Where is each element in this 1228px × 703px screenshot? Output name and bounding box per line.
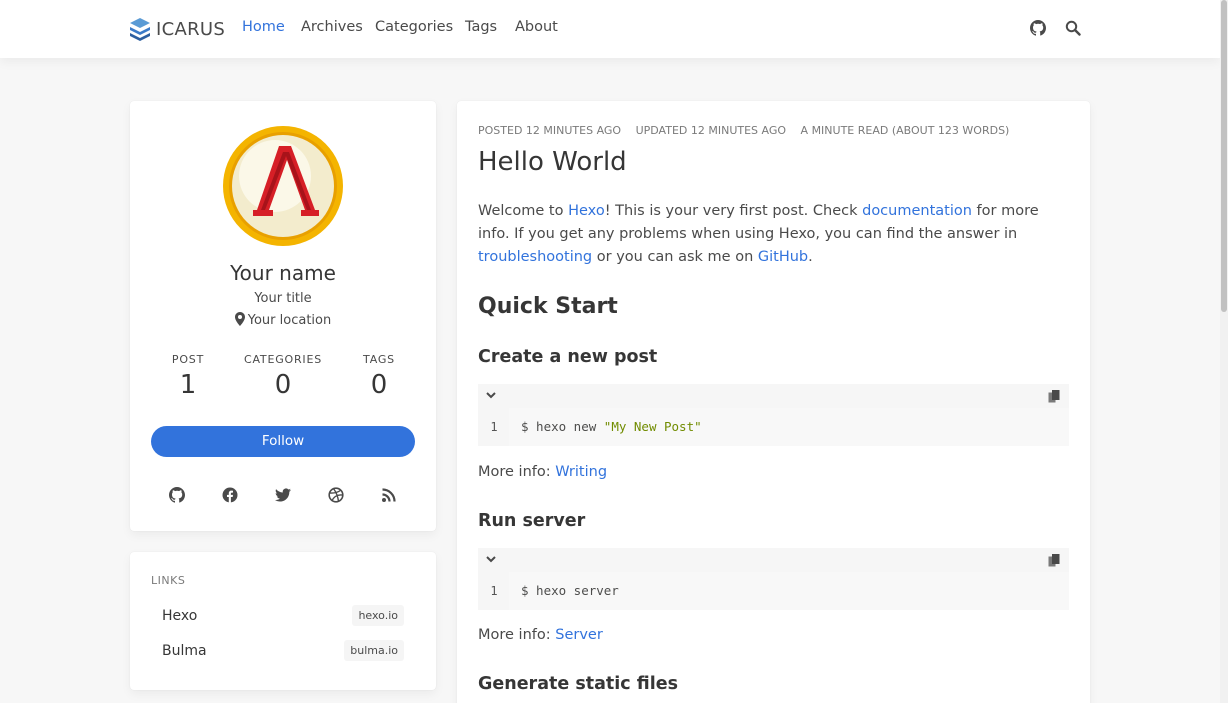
code-line: $ hexo new "My New Post" <box>509 408 1069 446</box>
facebook-icon[interactable] <box>222 487 238 503</box>
stat-value: 0 <box>274 370 292 400</box>
troubleshooting-link[interactable]: troubleshooting <box>478 249 592 265</box>
scrollbar-thumb[interactable] <box>1221 0 1227 312</box>
more-info: More info: Writing <box>478 464 607 480</box>
profile-name: Your name <box>230 261 336 285</box>
code-line: $ hexo server <box>509 572 1069 610</box>
link-hexo-url: hexo.io <box>352 605 404 626</box>
post-title[interactable]: Hello World <box>478 147 627 177</box>
github-icon[interactable] <box>169 487 185 503</box>
github-icon[interactable] <box>1030 20 1046 36</box>
updated-date: UPDATED 12 MINUTES AGO <box>635 124 787 137</box>
page-scrollbar[interactable] <box>1220 0 1228 703</box>
code-block: 1 $ hexo new "My New Post" <box>478 384 1069 446</box>
more-info: More info: Server <box>478 627 603 643</box>
stat-categories[interactable]: CATEGORIES 0 <box>243 353 323 400</box>
post-meta: POSTED 12 MINUTES AGO UPDATED 12 MINUTES… <box>478 124 1020 137</box>
stat-tags[interactable]: TAGS 0 <box>353 353 405 400</box>
quick-start-heading: Quick Start <box>478 294 618 319</box>
nav-archives[interactable]: Archives <box>301 19 363 35</box>
follow-button[interactable]: Follow <box>151 426 415 457</box>
nav-home[interactable]: Home <box>242 19 285 35</box>
profile-location-text: Your location <box>247 313 332 328</box>
chevron-down-icon[interactable] <box>486 391 496 399</box>
section-heading: Create a new post <box>478 347 658 367</box>
links-card: LINKS Hexo hexo.io Bulma bulma.io <box>130 552 436 690</box>
link-bulma-url: bulma.io <box>344 640 404 661</box>
dribbble-icon[interactable] <box>328 487 344 503</box>
layers-logo-icon <box>130 18 150 41</box>
intro-text: or you can ask me on <box>592 249 758 265</box>
code-string: "My New Post" <box>603 419 702 434</box>
posted-date: POSTED 12 MINUTES AGO <box>478 124 622 137</box>
hexo-link[interactable]: Hexo <box>568 203 605 219</box>
intro-text: . <box>808 249 813 265</box>
link-hexo[interactable]: Hexo <box>162 608 197 624</box>
read-time: A MINUTE READ (ABOUT 123 WORDS) <box>800 124 1010 137</box>
code-block-header <box>478 548 1069 572</box>
link-bulma[interactable]: Bulma <box>162 643 207 659</box>
github-link[interactable]: GitHub <box>758 249 808 265</box>
intro-text: Welcome to <box>478 203 569 219</box>
brand-name: ICARUS <box>156 18 226 40</box>
more-info-label: More info: <box>478 464 556 480</box>
profile-card: Your name Your title Your location POST … <box>130 101 436 531</box>
line-number: 1 <box>478 572 509 610</box>
post-intro: Welcome to Hexo! This is your very first… <box>478 200 1068 269</box>
stat-label: POST <box>171 353 205 366</box>
code-block-header <box>478 384 1069 408</box>
stat-posts[interactable]: POST 1 <box>157 353 219 400</box>
profile-title: Your title <box>254 291 312 306</box>
search-icon[interactable] <box>1065 20 1081 36</box>
stat-label: TAGS <box>363 353 395 366</box>
section-heading: Run server <box>478 511 586 531</box>
stat-label: CATEGORIES <box>243 353 323 366</box>
section-heading: Generate static files <box>478 674 679 694</box>
post-card: POSTED 12 MINUTES AGO UPDATED 12 MINUTES… <box>457 101 1090 703</box>
code-command: $ hexo new <box>521 419 604 434</box>
brand-logo[interactable]: ICARUS <box>129 17 225 41</box>
writing-link[interactable]: Writing <box>555 464 607 480</box>
nav-tags[interactable]: Tags <box>465 19 497 35</box>
profile-location: Your location <box>130 312 436 328</box>
chevron-down-icon[interactable] <box>486 555 496 563</box>
copy-icon[interactable] <box>1048 554 1060 567</box>
map-marker-icon <box>234 312 245 326</box>
top-navbar: ICARUS Home Archives Categories Tags Abo… <box>0 0 1220 58</box>
copy-icon[interactable] <box>1048 390 1060 403</box>
code-command: $ hexo server <box>521 583 619 598</box>
intro-text: ! This is your very first post. Check <box>604 203 863 219</box>
stat-value: 1 <box>179 370 197 400</box>
code-block: 1 $ hexo server <box>478 548 1069 610</box>
line-number: 1 <box>478 408 509 446</box>
links-heading: LINKS <box>151 574 186 587</box>
documentation-link[interactable]: documentation <box>862 203 972 219</box>
server-link[interactable]: Server <box>555 627 603 643</box>
more-info-label: More info: <box>478 627 556 643</box>
avatar <box>223 126 343 246</box>
nav-categories[interactable]: Categories <box>375 19 453 35</box>
twitter-icon[interactable] <box>275 487 291 503</box>
rss-icon[interactable] <box>381 487 397 503</box>
stat-value: 0 <box>370 370 388 400</box>
nav-about[interactable]: About <box>515 19 558 35</box>
